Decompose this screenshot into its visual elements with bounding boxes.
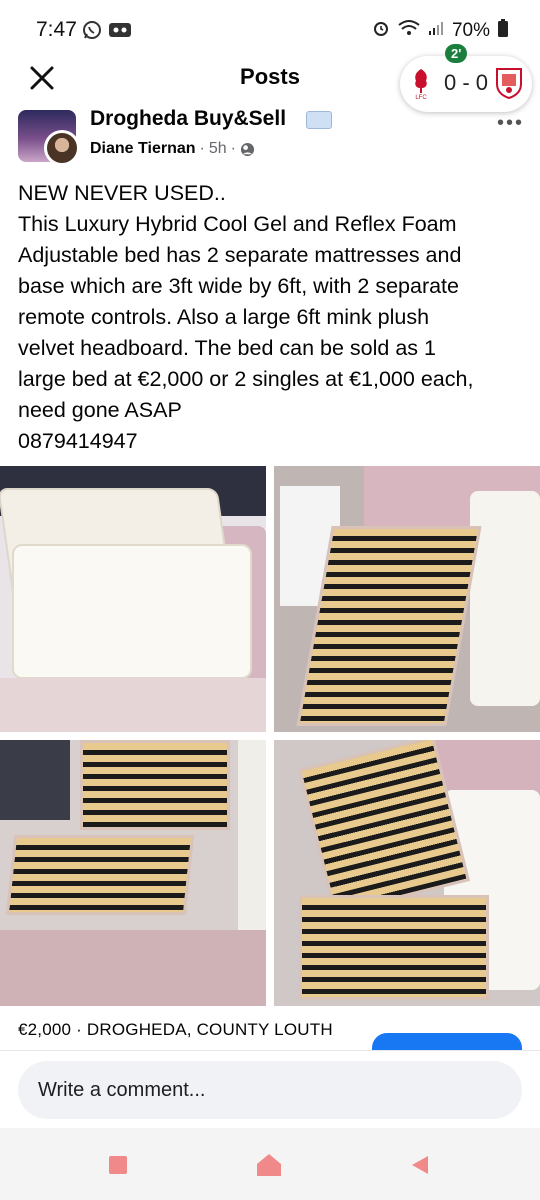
post-line: NEW NEVER USED.. — [18, 181, 226, 205]
status-right: 70% — [372, 19, 508, 43]
battery-text: 70% — [451, 20, 490, 41]
more-options-button[interactable]: ••• — [497, 112, 524, 135]
photo-grid — [0, 466, 540, 1006]
post-line: velvet headboard. The bed can be sold as… — [18, 336, 436, 360]
post-meta: Diane Tiernan · 5h · — [90, 140, 255, 158]
listing-price-location[interactable]: €2,000 · DROGHEDA, COUNTY LOUTH — [18, 1020, 333, 1040]
meta-separator-2: · — [230, 140, 236, 157]
comment-bar: Write a comment... — [0, 1050, 540, 1128]
group-badge-icon — [306, 111, 332, 129]
post-line: large bed at €2,000 or 2 singles at €1,0… — [18, 367, 474, 391]
live-score-widget[interactable]: 2' LFC 0 - 0 — [400, 44, 532, 112]
post-time[interactable]: 5h — [209, 140, 227, 158]
status-time: 7:47 — [36, 18, 77, 41]
phone-number[interactable]: 0879414947 — [18, 426, 523, 457]
wifi-icon — [398, 19, 420, 43]
match-score: 0 - 0 — [443, 70, 489, 95]
poster-name[interactable]: Diane Tiernan — [90, 140, 196, 158]
meta-separator: · — [199, 140, 205, 157]
back-icon — [412, 1156, 428, 1174]
comment-input[interactable]: Write a comment... — [18, 1061, 522, 1119]
more-dots-icon: ••• — [496, 112, 524, 134]
voicemail-icon — [108, 20, 132, 45]
liverpool-crest-icon: LFC — [415, 69, 427, 100]
public-globe-icon — [240, 142, 255, 156]
home-icon — [257, 1154, 281, 1176]
recent-apps-icon — [109, 1156, 127, 1174]
user-avatar[interactable] — [44, 130, 80, 166]
back-button[interactable] — [405, 1150, 435, 1180]
system-nav-bar — [0, 1128, 540, 1200]
listing-photo-4[interactable] — [274, 740, 540, 1006]
match-minute-badge: 2' — [445, 44, 468, 63]
battery-icon — [498, 19, 508, 43]
listing-photo-1[interactable] — [0, 466, 266, 732]
svg-text:LFC: LFC — [415, 95, 427, 100]
post-line: Adjustable bed has 2 separate mattresses… — [18, 243, 462, 267]
post-line: This Luxury Hybrid Cool Gel and Reflex F… — [18, 212, 457, 236]
signal-icon — [428, 20, 444, 42]
whatsapp-icon — [82, 20, 102, 45]
post-line: need gone ASAP — [18, 398, 182, 422]
alarm-icon — [372, 19, 390, 43]
barnsley-crest-icon — [496, 68, 522, 100]
home-button[interactable] — [254, 1150, 284, 1180]
listing-photo-2[interactable] — [274, 466, 540, 732]
status-left-icons — [82, 20, 132, 45]
listing-photo-3[interactable] — [0, 740, 266, 1006]
group-name[interactable]: Drogheda Buy&Sell — [90, 107, 286, 131]
post-text: NEW NEVER USED.. This Luxury Hybrid Cool… — [18, 178, 523, 457]
group-avatar[interactable] — [18, 110, 80, 166]
post-line: base which are 3ft wide by 6ft, with 2 s… — [18, 274, 459, 298]
post-line: remote controls. Also a large 6ft mink p… — [18, 305, 430, 329]
recent-apps-button[interactable] — [103, 1150, 133, 1180]
